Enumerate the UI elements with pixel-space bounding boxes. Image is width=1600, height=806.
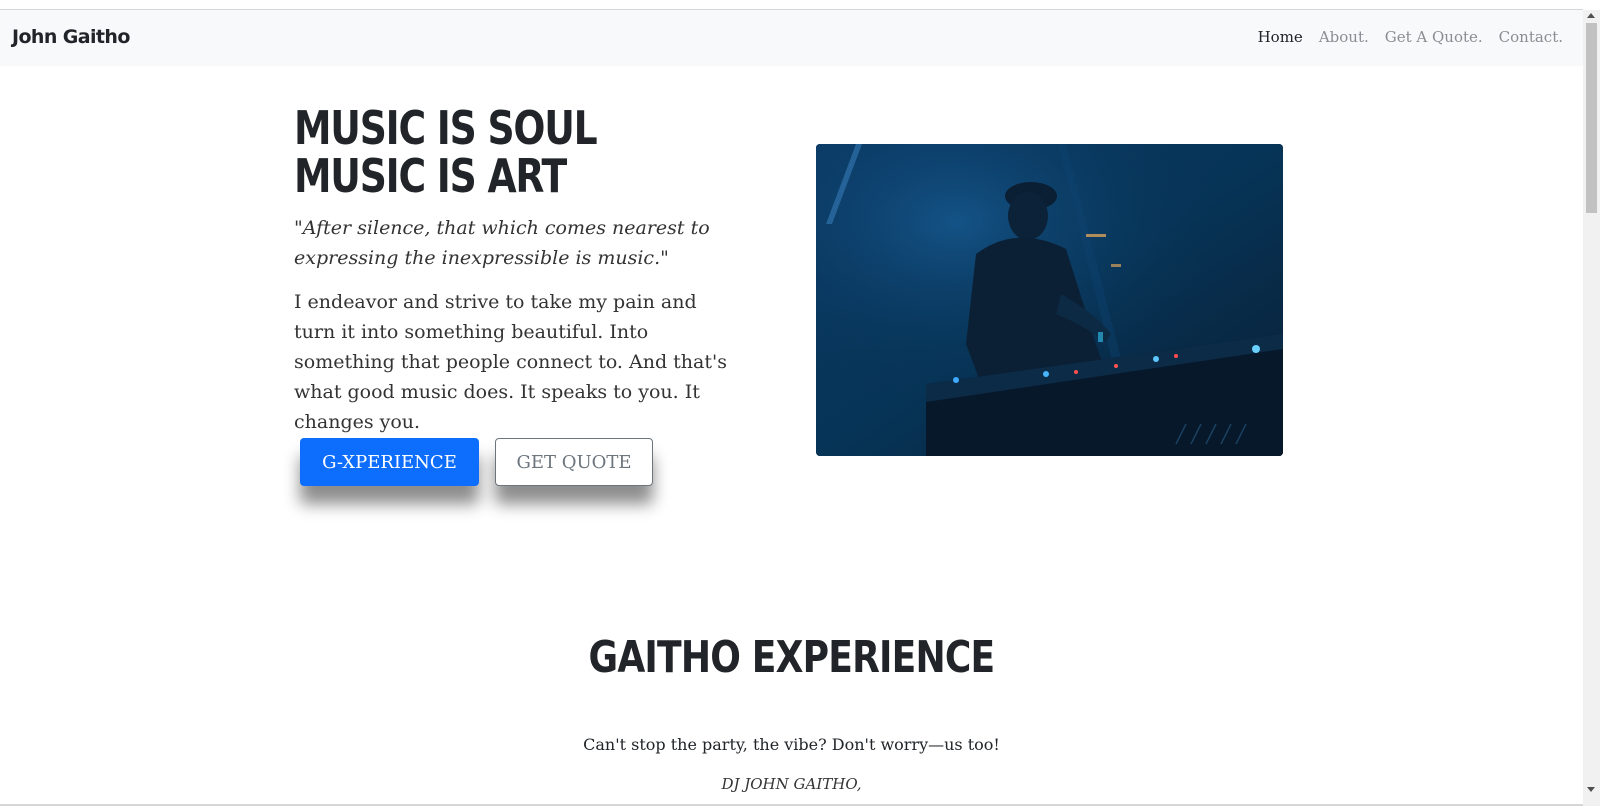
hero-lead-text: I endeavor and strive to take my pain an… <box>294 291 727 433</box>
nav-link-home[interactable]: Home <box>1258 28 1303 46</box>
hero-quote: "After silence, that which comes nearest… <box>294 217 710 269</box>
section-title: GAITHO EXPERIENCE <box>0 632 1583 683</box>
g-xperience-button[interactable]: G-XPERIENCE <box>300 438 479 486</box>
navbar: John Gaitho Home About. Get A Quote. Con… <box>0 10 1583 66</box>
scroll-up-icon[interactable] <box>1587 13 1595 18</box>
hero-title-line2: MUSIC IS ART <box>294 149 567 203</box>
hero-title: MUSIC IS SOUL MUSIC IS ART <box>294 101 598 203</box>
get-quote-button[interactable]: GET QUOTE <box>495 438 653 486</box>
hero-title-line1: MUSIC IS SOUL <box>294 101 598 155</box>
nav-link-contact[interactable]: Contact. <box>1499 28 1563 46</box>
scroll-thumb[interactable] <box>1586 23 1597 213</box>
dj-photo <box>816 144 1283 456</box>
section-title-text: GAITHO EXPERIENCE <box>588 632 996 683</box>
nav-link-get-a-quote[interactable]: Get A Quote. <box>1385 28 1483 46</box>
nav-links: Home About. Get A Quote. Contact. <box>1258 28 1563 46</box>
scroll-down-icon[interactable] <box>1587 787 1595 792</box>
dj-performer-photo-icon <box>816 144 1283 456</box>
nav-link-about[interactable]: About. <box>1319 28 1369 46</box>
section-text: Can't stop the party, the vibe? Don't wo… <box>583 735 1000 754</box>
brand-link[interactable]: John Gaitho <box>12 26 130 48</box>
page-scrollbar[interactable] <box>1583 10 1600 806</box>
signature: DJ JOHN GAITHO, <box>721 775 862 793</box>
